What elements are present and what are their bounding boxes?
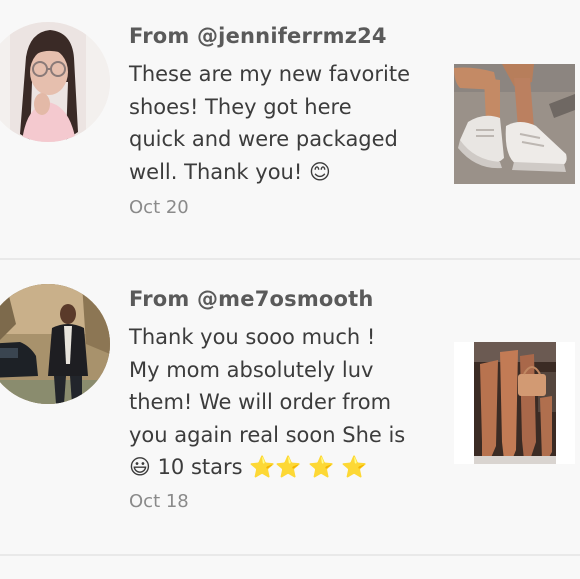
- reviewer-username[interactable]: From @jenniferrmz24: [129, 24, 387, 48]
- review-photo[interactable]: [454, 342, 575, 464]
- review-date: Oct 20: [129, 197, 189, 218]
- reviewer-username[interactable]: From @me7osmooth: [129, 287, 374, 311]
- divider: [0, 554, 580, 556]
- reviewer-avatar[interactable]: [0, 284, 110, 404]
- user-photo-icon: [0, 22, 110, 142]
- review-photo[interactable]: [454, 64, 575, 184]
- user-photo-icon: [0, 284, 110, 404]
- review-card: From @me7osmooth Thank you sooo much ! M…: [0, 260, 580, 554]
- review-text: Thank you sooo much ! My mom absolutely …: [129, 325, 406, 479]
- reviewer-avatar[interactable]: [0, 22, 110, 142]
- boots-photo-icon: [454, 342, 575, 464]
- review-text: These are my new favorite shoes! They go…: [129, 62, 411, 184]
- sneakers-photo-icon: [454, 64, 575, 184]
- review-card: From @jenniferrmz24 These are my new fav…: [0, 0, 580, 258]
- review-date: Oct 18: [129, 491, 189, 512]
